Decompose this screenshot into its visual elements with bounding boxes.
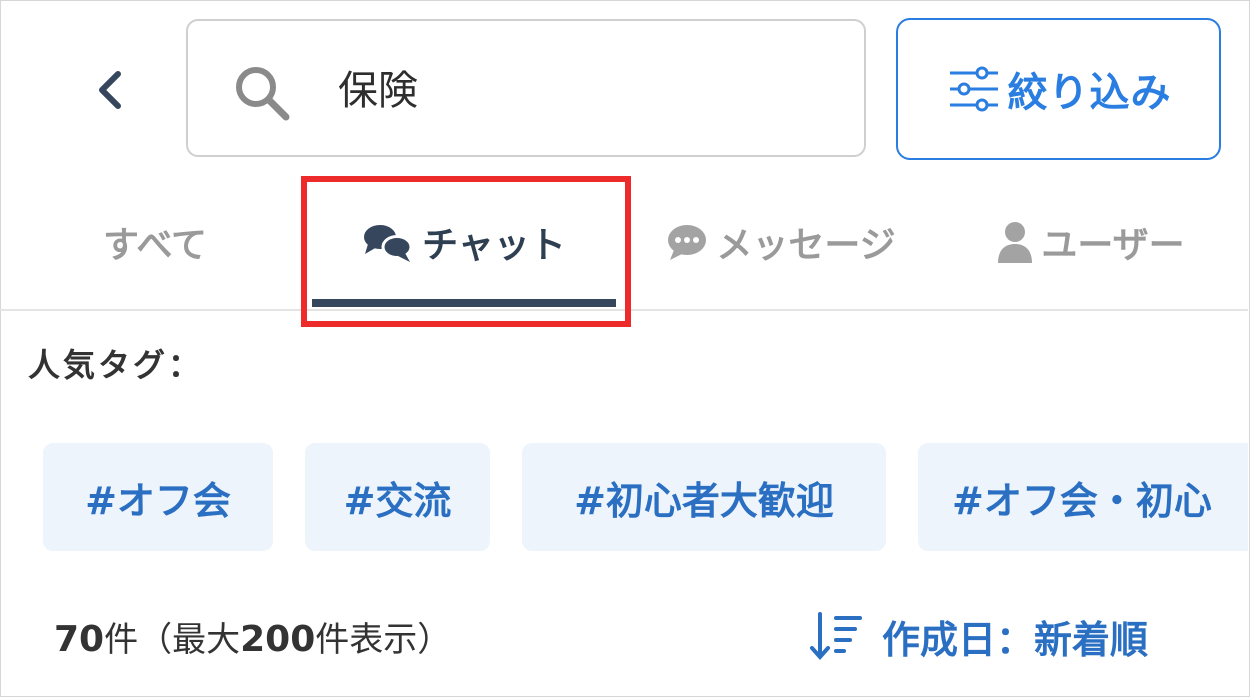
tab-all-label: すべて — [102, 225, 208, 266]
result-count: 70件（最大200件表示） — [54, 612, 451, 661]
user-icon — [998, 222, 1033, 263]
search-input[interactable] — [338, 59, 818, 115]
tab-user[interactable]: ユーザー — [978, 175, 1204, 309]
message-bubble-icon — [668, 225, 707, 260]
search-box[interactable] — [186, 19, 866, 157]
sort-label: 作成日：新着順 — [882, 617, 1149, 662]
tab-message-label: メッセージ — [716, 225, 896, 266]
sliders-icon — [949, 66, 998, 112]
tab-user-label: ユーザー — [1041, 225, 1185, 266]
highlight-box — [301, 176, 631, 327]
sort-button[interactable]: 作成日：新着順 — [808, 606, 1148, 666]
tab-all[interactable]: すべて — [70, 175, 240, 309]
sort-descending-icon — [810, 612, 862, 661]
result-count-number: 70 — [54, 619, 105, 660]
search-icon — [236, 67, 290, 121]
result-max-suffix: 件表示） — [315, 620, 452, 660]
result-count-suffix: 件（最大 — [104, 620, 241, 660]
tab-message[interactable]: メッセージ — [650, 175, 912, 309]
tag-chip[interactable]: #初心者大歓迎 — [522, 443, 886, 551]
back-button[interactable] — [88, 64, 132, 116]
tag-chip[interactable]: #交流 — [305, 443, 490, 551]
tag-chip[interactable]: #オフ会 — [43, 443, 273, 551]
filter-label: 絞り込み — [1007, 70, 1172, 116]
result-max-number: 200 — [240, 619, 316, 660]
filter-button[interactable]: 絞り込み — [896, 18, 1221, 160]
chevron-left-icon — [99, 71, 121, 109]
popular-tags-heading: 人気タグ： — [28, 346, 204, 384]
tag-chip[interactable]: #オフ会・初心 — [918, 443, 1248, 551]
